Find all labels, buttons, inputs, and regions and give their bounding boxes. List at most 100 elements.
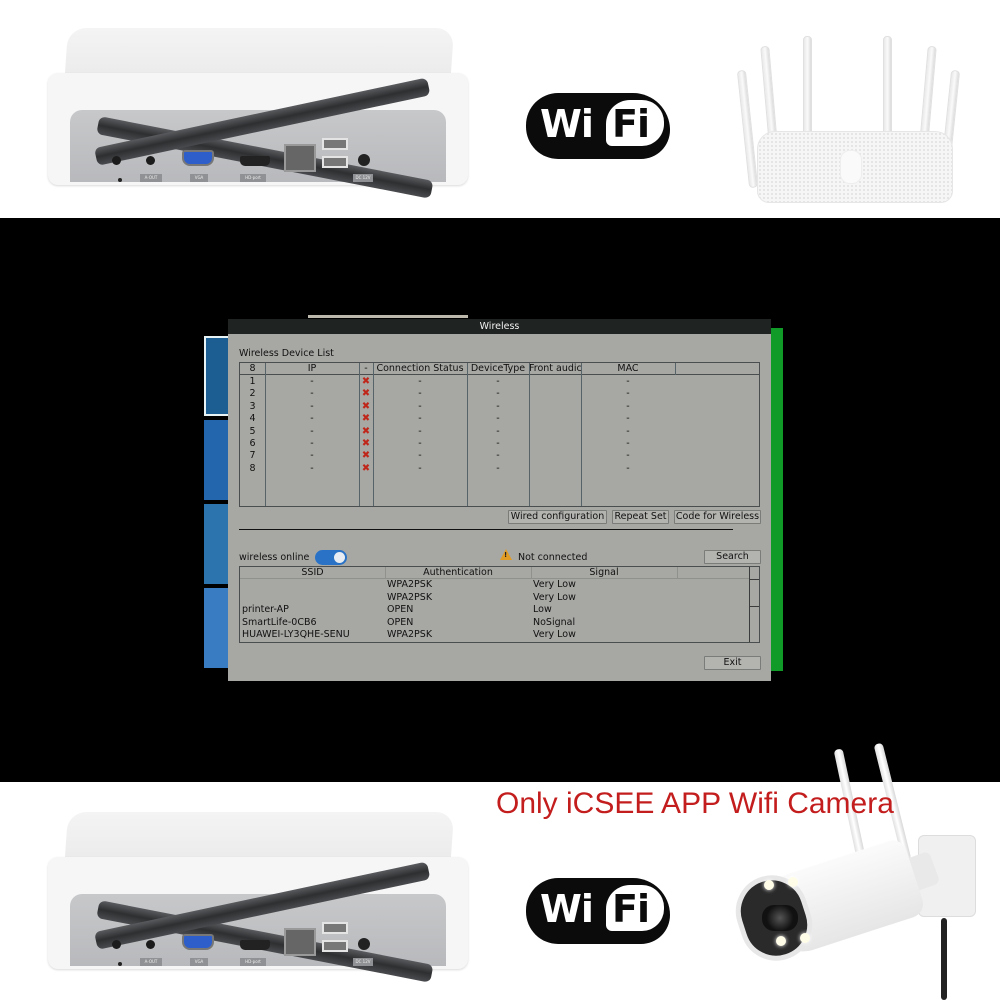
disconnected-x-icon: ✖ bbox=[361, 450, 371, 462]
usb-port bbox=[322, 156, 348, 168]
dc-power-port bbox=[358, 938, 370, 950]
vga-port bbox=[182, 150, 214, 166]
table-row[interactable]: 1 - ✖ - - - bbox=[240, 376, 759, 388]
cell-auth: WPA2PSK bbox=[387, 591, 433, 603]
cell-type: - bbox=[496, 450, 500, 462]
disconnected-x-icon: ✖ bbox=[361, 438, 371, 449]
table-row[interactable]: 8 - ✖ - - - bbox=[240, 463, 759, 475]
ethernet-port bbox=[284, 928, 316, 956]
connection-status-text: Not connected bbox=[518, 552, 588, 563]
table-row[interactable]: 6 - ✖ - - - bbox=[240, 438, 759, 450]
table-row[interactable]: 7 - ✖ - - - bbox=[240, 450, 759, 462]
cell-ssid: printer-AP bbox=[242, 604, 289, 615]
list-item[interactable]: SmartLife-0CB6 OPEN NoSignal bbox=[240, 617, 750, 630]
wifi-camera-image bbox=[726, 740, 988, 1000]
cell-signal: Low bbox=[533, 604, 552, 615]
page: A-OUT VGA HD-port DC 12V Wi Fi Wireless … bbox=[0, 0, 1000, 1000]
cell-ip: - bbox=[310, 438, 314, 449]
wifi-logo-fi: Fi bbox=[612, 887, 650, 931]
code-for-wireless-button[interactable]: Code for Wireless bbox=[674, 510, 761, 524]
cell-no: 2 bbox=[249, 388, 256, 400]
disconnected-x-icon: ✖ bbox=[361, 462, 371, 474]
wireless-online-label: wireless online bbox=[239, 552, 310, 563]
side-tab-4[interactable] bbox=[204, 588, 228, 668]
cell-no: 3 bbox=[249, 400, 256, 412]
column-header: - bbox=[364, 363, 368, 374]
cell-auth: WPA2PSK bbox=[387, 629, 433, 640]
cell-type: - bbox=[496, 388, 500, 400]
disconnected-x-icon: ✖ bbox=[361, 376, 371, 387]
cell-no: 5 bbox=[249, 425, 256, 437]
reset-pin bbox=[118, 962, 122, 966]
column-header: Connection Status bbox=[376, 363, 464, 374]
cell-mac: - bbox=[626, 413, 630, 425]
cell-auth: OPEN bbox=[387, 616, 414, 628]
wired-configuration-button[interactable]: Wired configuration bbox=[508, 510, 607, 524]
cell-ip: - bbox=[310, 425, 314, 437]
cell-auth: OPEN bbox=[387, 604, 414, 615]
repeat-set-button[interactable]: Repeat Set bbox=[612, 510, 669, 524]
port-label: DC 12V bbox=[353, 958, 373, 966]
cell-mac: - bbox=[626, 376, 630, 387]
column-header: 8 bbox=[249, 363, 256, 374]
ethernet-port bbox=[284, 144, 316, 172]
table-row[interactable]: 5 - ✖ - - - bbox=[240, 426, 759, 438]
cell-no: 4 bbox=[249, 413, 256, 425]
side-tab-1[interactable] bbox=[204, 336, 228, 416]
promo-text: Only iCSEE APP Wifi Camera bbox=[496, 787, 894, 820]
ssid-list-scrollbar[interactable] bbox=[749, 567, 759, 642]
cell-signal: Very Low bbox=[533, 629, 576, 640]
side-tab-2[interactable] bbox=[204, 420, 228, 500]
scrollbar-thumb[interactable] bbox=[750, 579, 759, 607]
cell-ip: - bbox=[310, 376, 314, 387]
cell-conn: - bbox=[418, 450, 422, 462]
cell-ssid: HUAWEI-LY3QHE-SENU bbox=[242, 629, 350, 640]
nvr-device-image: A-OUT VGA HD-port DC 12V bbox=[48, 28, 468, 199]
cell-type: - bbox=[496, 462, 500, 474]
exit-button[interactable]: Exit bbox=[704, 656, 761, 670]
column-header: IP bbox=[307, 363, 317, 374]
table-row[interactable]: 3 - ✖ - - - bbox=[240, 401, 759, 413]
cell-type: - bbox=[496, 400, 500, 412]
side-tab-3[interactable] bbox=[204, 504, 228, 584]
wifi-logo-wi: Wi bbox=[540, 102, 594, 146]
top-product-band: A-OUT VGA HD-port DC 12V Wi Fi bbox=[0, 0, 1000, 218]
ssid-list-table: SSID Authentication Signal WPA2PSK Very L… bbox=[239, 566, 760, 643]
cell-conn: - bbox=[418, 400, 422, 412]
usb-port bbox=[322, 138, 348, 150]
port-label: VGA bbox=[190, 958, 208, 966]
audio-out-port bbox=[146, 156, 155, 165]
table-header: SSID Authentication Signal bbox=[240, 567, 750, 579]
cell-conn: - bbox=[418, 425, 422, 437]
usb-port bbox=[322, 940, 348, 952]
cell-type: - bbox=[496, 438, 500, 449]
wifi-logo-icon: Wi Fi bbox=[526, 868, 670, 952]
cell-mac: - bbox=[626, 462, 630, 474]
column-header: DeviceType bbox=[470, 363, 526, 374]
audio-out-port bbox=[146, 940, 155, 949]
router-image bbox=[735, 28, 965, 208]
device-list-label: Wireless Device List bbox=[239, 348, 334, 359]
cell-ip: - bbox=[310, 413, 314, 425]
list-item[interactable]: printer-AP OPEN Low bbox=[240, 604, 750, 617]
cell-mac: - bbox=[626, 425, 630, 437]
hdmi-port bbox=[240, 940, 270, 950]
wifi-logo-icon: Wi Fi bbox=[526, 83, 670, 167]
list-item[interactable]: WPA2PSK Very Low bbox=[240, 579, 750, 592]
cell-mac: - bbox=[626, 450, 630, 462]
wireless-online-toggle[interactable] bbox=[315, 550, 347, 565]
wireless-device-table: 8 IP - Connection Status DeviceType Fron… bbox=[239, 362, 760, 507]
cell-no: 6 bbox=[249, 438, 256, 449]
cell-signal: Very Low bbox=[533, 579, 576, 590]
dc-power-port bbox=[358, 154, 370, 166]
list-item[interactable]: HUAWEI-LY3QHE-SENU WPA2PSK Very Low bbox=[240, 629, 750, 642]
table-row[interactable]: 2 - ✖ - - - bbox=[240, 388, 759, 400]
search-button[interactable]: Search bbox=[704, 550, 761, 564]
cell-no: 7 bbox=[249, 450, 256, 462]
table-row[interactable]: 4 - ✖ - - - bbox=[240, 413, 759, 425]
cell-signal: Very Low bbox=[533, 591, 576, 603]
cell-ip: - bbox=[310, 400, 314, 412]
list-item[interactable]: WPA2PSK Very Low bbox=[240, 592, 750, 605]
wifi-logo-wi: Wi bbox=[540, 887, 594, 931]
nvr-device-image: A-OUT VGA HD-port DC 12V bbox=[48, 812, 468, 983]
